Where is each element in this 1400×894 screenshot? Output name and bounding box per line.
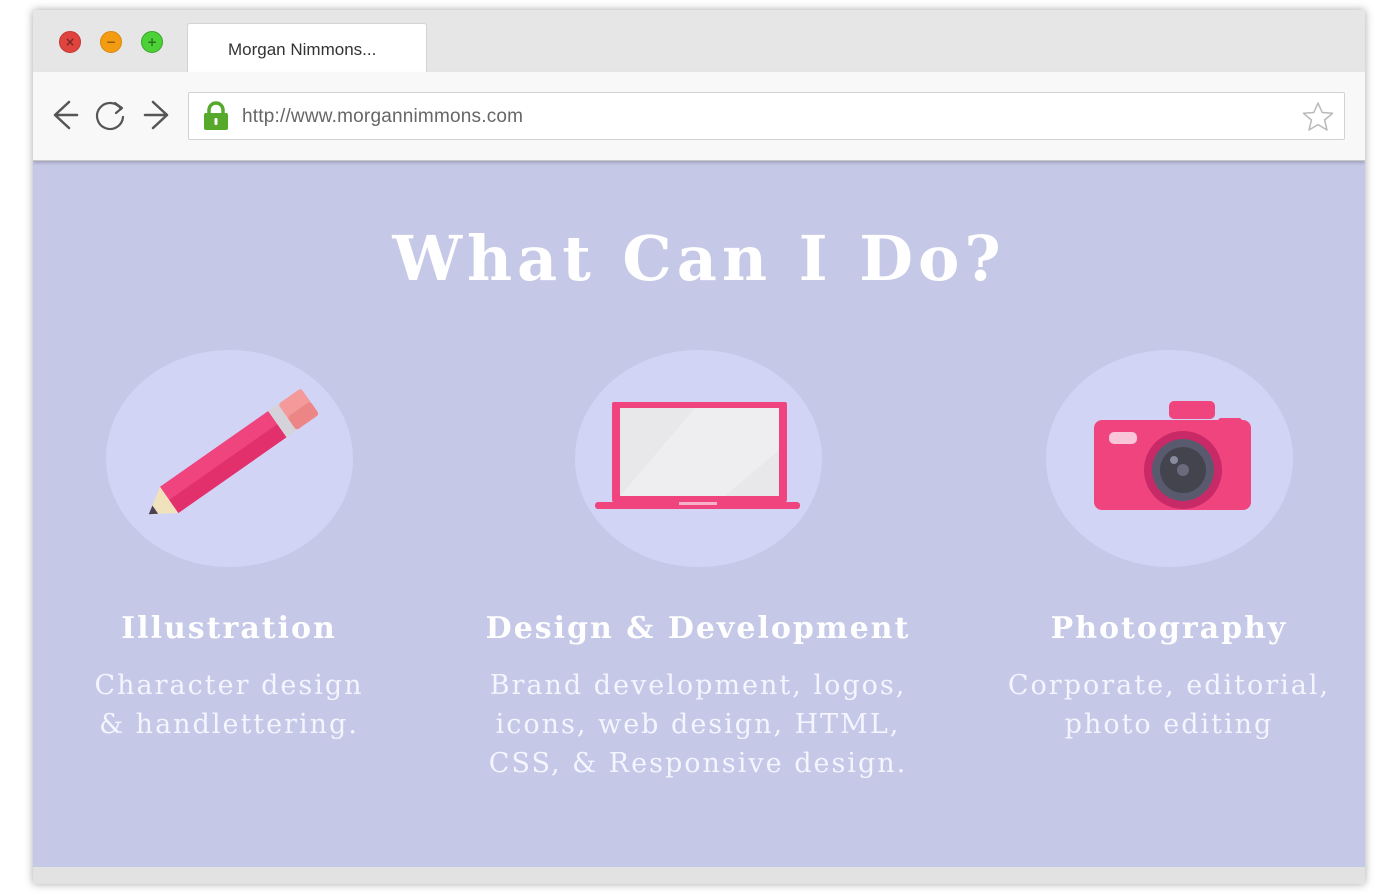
address-bar[interactable]: http://www.morgannimmons.com xyxy=(188,92,1345,140)
section-heading: What Can I Do? xyxy=(392,222,1006,295)
service-design-development: Design & Development Brand development, … xyxy=(478,350,918,783)
arrow-right-icon xyxy=(143,100,169,130)
service-title: Photography xyxy=(1050,611,1288,646)
reload-icon xyxy=(95,101,125,131)
icon-circle xyxy=(574,350,822,567)
icon-circle xyxy=(1045,350,1293,567)
back-button[interactable] xyxy=(47,98,81,132)
window-bottom-bar xyxy=(33,867,1365,884)
browser-window: × − + Morgan Nimmons... http://www.morga… xyxy=(33,10,1365,884)
service-title: Illustration xyxy=(121,611,337,646)
close-icon: × xyxy=(64,35,76,49)
browser-toolbar: http://www.morgannimmons.com xyxy=(33,72,1365,161)
forward-button[interactable] xyxy=(141,98,175,132)
page-content: What Can I Do? Illustration Character de… xyxy=(33,160,1365,867)
service-description: Brand development, logos, icons, web des… xyxy=(488,670,908,779)
service-photography: Photography Corporate, editorial, photo … xyxy=(949,350,1365,744)
minimize-window-button[interactable]: − xyxy=(100,31,122,53)
service-illustration: Illustration Character design & handlett… xyxy=(33,350,449,744)
close-window-button[interactable]: × xyxy=(59,31,81,53)
title-bar: × − + Morgan Nimmons... xyxy=(33,10,1365,73)
tab-title: Morgan Nimmons... xyxy=(228,40,377,59)
pencil-icon xyxy=(148,389,318,515)
service-description: Character design & handlettering. xyxy=(94,670,364,740)
reload-button[interactable] xyxy=(93,98,127,132)
browser-tab[interactable]: Morgan Nimmons... xyxy=(187,23,427,73)
maximize-icon: + xyxy=(146,35,158,49)
url-text: http://www.morgannimmons.com xyxy=(242,106,524,127)
maximize-window-button[interactable]: + xyxy=(141,31,163,53)
icon-circle xyxy=(105,350,353,567)
lock-icon xyxy=(204,101,228,130)
service-title: Design & Development xyxy=(485,611,911,646)
laptop-icon xyxy=(594,402,800,509)
camera-icon xyxy=(1093,401,1251,510)
minimize-icon: − xyxy=(105,35,117,49)
bookmark-star-icon[interactable] xyxy=(1302,101,1334,133)
arrow-left-icon xyxy=(53,100,79,130)
service-description: Corporate, editorial, photo editing xyxy=(1007,670,1331,740)
